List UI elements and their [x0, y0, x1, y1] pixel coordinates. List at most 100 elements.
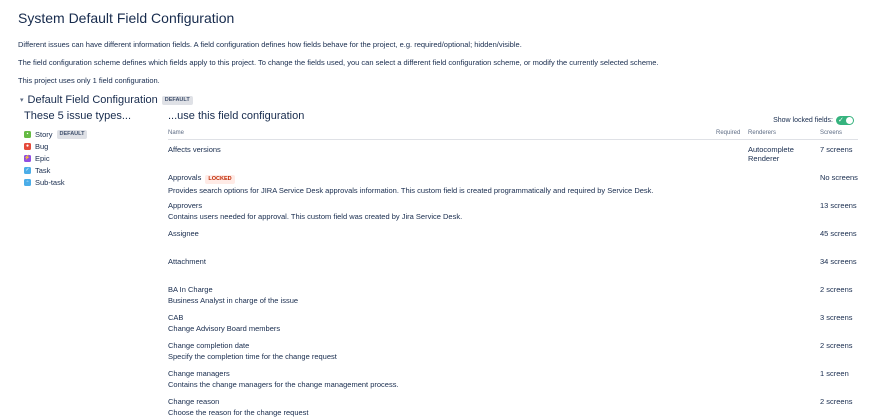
fields-table-body: Affects versions Autocomplete Renderer7 s… [168, 140, 858, 420]
issue-type-label: Bug [35, 142, 48, 151]
issue-type-item: ⚡ Epic [24, 152, 168, 164]
field-name-cell: Assignee [168, 224, 716, 252]
field-required-cell [716, 140, 748, 169]
field-renderer [748, 392, 820, 420]
field-name-cell: Change reasonChoose the reason for the c… [168, 392, 716, 420]
field-renderer [748, 336, 820, 364]
table-row: CAB Change Advisory Board members 3 screen… [168, 308, 858, 336]
field-screens-link[interactable]: 2 screens [820, 280, 858, 308]
locked-badge: LOCKED [205, 175, 234, 184]
issue-type-label: Task [35, 166, 50, 175]
check-icon: ✓ [838, 116, 844, 125]
field-required-cell [716, 196, 748, 224]
field-name: Approvers [168, 201, 202, 210]
field-screens-link[interactable]: No screens [820, 168, 858, 196]
description-2: The field configuration scheme defines w… [18, 58, 854, 67]
table-row: Change completion date Specify the comple… [168, 336, 858, 364]
story-icon: ▪ [24, 131, 31, 138]
field-name: Assignee [168, 229, 199, 238]
field-description: Contains users needed for approval. This… [168, 212, 716, 221]
bug-icon: ● [24, 143, 31, 150]
field-screens-link[interactable]: 3 screens [820, 308, 858, 336]
field-required-cell [716, 280, 748, 308]
table-row: Affects versions Autocomplete Renderer7 s… [168, 140, 858, 169]
table-header-row: Name Required Renderers Screens [168, 128, 858, 140]
default-badge: DEFAULT [162, 96, 193, 105]
description-3: This project uses only 1 field configura… [18, 76, 854, 85]
table-row: Assignee 45 screens [168, 224, 858, 252]
field-name: Approvals [168, 173, 201, 182]
column-header-renderers: Renderers [748, 128, 820, 140]
field-screens-link[interactable]: 34 screens [820, 252, 858, 280]
section-title: Default Field Configuration [28, 94, 158, 106]
table-row: Change managers Contains the change manag… [168, 364, 858, 392]
field-screens-link[interactable]: 7 screens [820, 140, 858, 169]
table-row: Approvers Contains users needed for appro… [168, 196, 858, 224]
field-name-cell: CAB Change Advisory Board members [168, 308, 716, 336]
field-screens-link[interactable]: 45 screens [820, 224, 858, 252]
field-name: Change completion date [168, 341, 249, 350]
description-1: Different issues can have different info… [18, 40, 854, 49]
issue-type-item: ▫ Sub-task [24, 176, 168, 188]
field-name: CAB [168, 313, 183, 322]
field-screens-link[interactable]: 2 screens [820, 336, 858, 364]
field-name: Attachment [168, 257, 206, 266]
fields-heading: ...use this field configuration [168, 110, 304, 122]
column-header-screens: Screens [820, 128, 858, 140]
field-name-cell: Change managers Contains the change manag… [168, 364, 716, 392]
default-issue-type-badge: DEFAULT [57, 130, 88, 139]
issue-types-heading: These 5 issue types... [24, 110, 168, 122]
column-header-required: Required [716, 128, 748, 140]
field-renderer [748, 308, 820, 336]
show-locked-toggle[interactable]: ✓ [836, 116, 854, 125]
field-name-cell: Approvers Contains users needed for appro… [168, 196, 716, 224]
collapse-arrow-icon[interactable]: ▾ [20, 96, 24, 104]
field-required-cell [716, 224, 748, 252]
field-required-cell [716, 252, 748, 280]
field-required-cell [716, 392, 748, 420]
field-description: Change Advisory Board members [168, 324, 716, 333]
toggle-knob [846, 117, 853, 124]
column-header-name: Name [168, 128, 716, 140]
page: System Default Field Configuration Diffe… [0, 0, 872, 413]
field-name-cell: Change completion date Specify the comple… [168, 336, 716, 364]
field-description: Business Analyst in charge of the issue [168, 296, 716, 305]
field-name: BA In Charge [168, 285, 213, 294]
field-renderer[interactable]: Autocomplete Renderer [748, 140, 820, 169]
field-required-cell [716, 336, 748, 364]
table-row: BA In Charge Business Analyst in charge o… [168, 280, 858, 308]
sub-task-icon: ▫ [24, 179, 31, 186]
field-name-cell: Approvals LOCKED Provides search options f… [168, 168, 716, 196]
issue-type-item: ● Bug [24, 140, 168, 152]
field-name: Change reason [168, 397, 219, 406]
field-screens-link[interactable]: 13 screens [820, 196, 858, 224]
field-required-cell [716, 308, 748, 336]
field-name-cell: BA In Charge Business Analyst in charge o… [168, 280, 716, 308]
field-name-cell: Affects versions [168, 140, 716, 169]
field-renderer [748, 252, 820, 280]
field-required-cell [716, 364, 748, 392]
show-locked-fields: Show locked fields: ✓ [773, 116, 854, 125]
field-name-cell: Attachment [168, 252, 716, 280]
issue-types-list: ▪StoryDEFAULT ● Bug ⚡ Epic ✓ Task ▫ Sub-task [24, 128, 168, 188]
issue-type-label: Sub-task [35, 178, 65, 187]
show-locked-label: Show locked fields: [773, 117, 833, 124]
section-header[interactable]: ▾ Default Field Configuration DEFAULT [18, 94, 854, 106]
content: These 5 issue types... ▪StoryDEFAULT ● Bug… [18, 110, 854, 420]
field-renderer [748, 168, 820, 196]
issue-type-item: ✓ Task [24, 164, 168, 176]
field-screens-link[interactable]: 1 screen [820, 364, 858, 392]
field-required-cell [716, 168, 748, 196]
field-renderer [748, 280, 820, 308]
field-description: Contains the change managers for the cha… [168, 380, 716, 389]
issue-type-item: ▪StoryDEFAULT [24, 128, 168, 140]
issue-type-label: Epic [35, 154, 50, 163]
epic-icon: ⚡ [24, 155, 31, 162]
task-icon: ✓ [24, 167, 31, 174]
field-name: Change managers [168, 369, 230, 378]
field-screens-link[interactable]: 2 screens [820, 392, 858, 420]
field-description: Specify the completion time for the chan… [168, 352, 716, 361]
field-renderer [748, 196, 820, 224]
field-description: Provides search options for JIRA Service… [168, 186, 716, 195]
fields-panel: ...use this field configuration Show loc… [168, 110, 854, 420]
